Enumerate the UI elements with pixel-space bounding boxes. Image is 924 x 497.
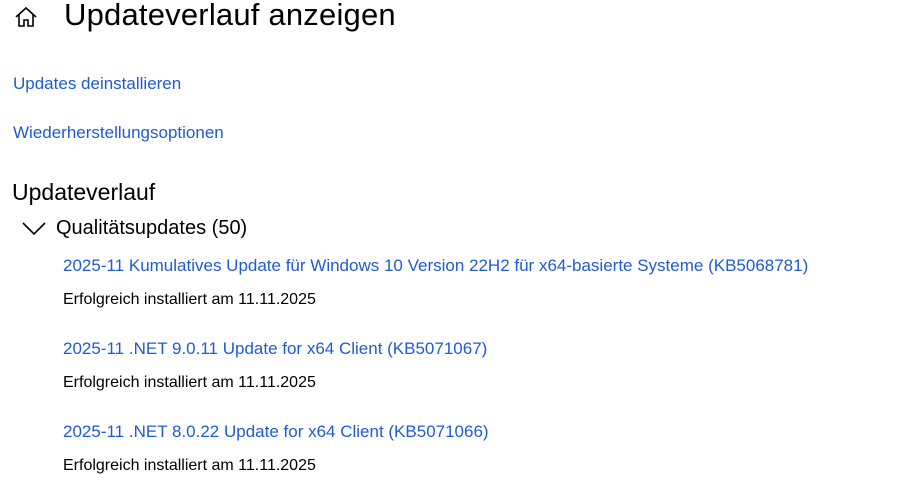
home-icon [15,6,37,27]
update-name-link[interactable]: 2025-11 .NET 8.0.22 Update for x64 Clien… [63,421,489,443]
update-name-link[interactable]: 2025-11 .NET 9.0.11 Update for x64 Clien… [63,338,487,360]
chevron-down-icon [20,216,48,240]
update-status: Erfolgreich installiert am 11.11.2025 [63,291,316,308]
group-label: Qualitätsupdates (50) [56,217,248,239]
recovery-options-link[interactable]: Wiederherstellungsoptionen [13,122,224,144]
list-item: 2025-11 .NET 8.0.22 Update for x64 Clien… [63,421,489,477]
section-title: Updateverlauf [12,179,156,205]
update-status: Erfolgreich installiert am 11.11.2025 [63,374,316,391]
update-status: Erfolgreich installiert am 11.11.2025 [63,457,316,474]
uninstall-updates-link[interactable]: Updates deinstallieren [13,73,181,95]
update-name-link[interactable]: 2025-11 Kumulatives Update für Windows 1… [63,255,808,277]
header: Updateverlauf anzeigen [0,0,924,40]
home-button[interactable] [10,3,42,31]
page-title: Updateverlauf anzeigen [64,0,396,32]
list-item: 2025-11 .NET 9.0.11 Update for x64 Clien… [63,338,487,394]
update-history-page: Updateverlauf anzeigen Updates deinstall… [0,0,924,497]
quality-updates-group-toggle[interactable]: Qualitätsupdates (50) [20,215,247,241]
list-item: 2025-11 Kumulatives Update für Windows 1… [63,255,808,311]
